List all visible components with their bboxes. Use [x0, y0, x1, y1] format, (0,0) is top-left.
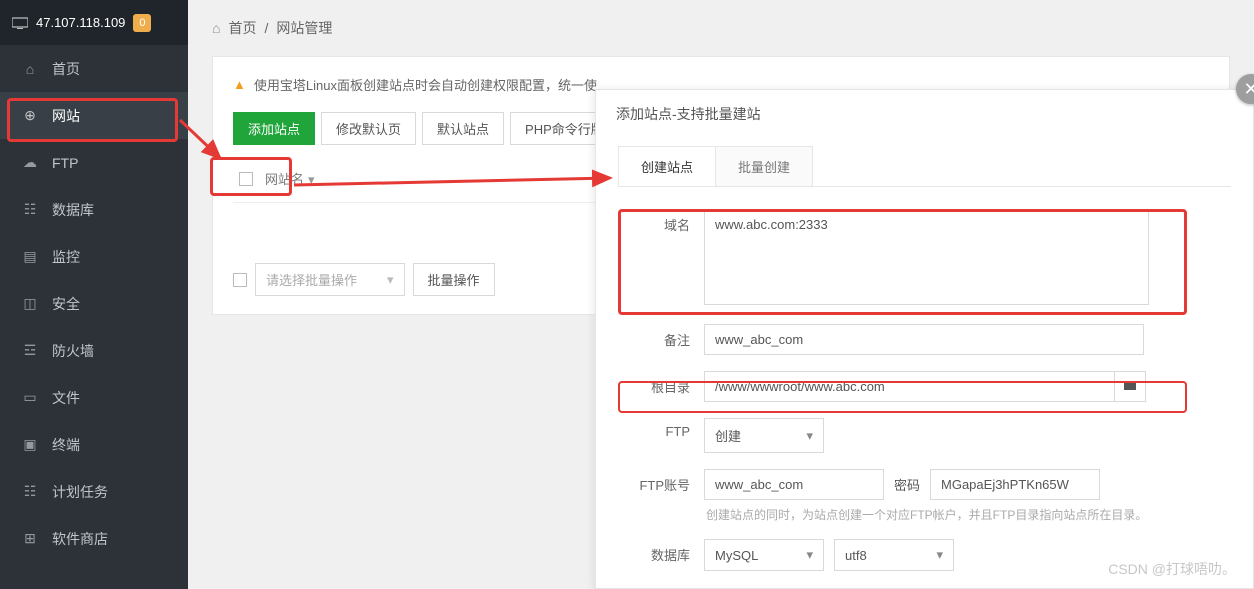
server-icon: [12, 17, 28, 29]
sidebar-item-files[interactable]: ▭文件: [0, 374, 188, 421]
col-sitename[interactable]: 网站名: [265, 169, 315, 188]
select-all-checkbox[interactable]: [239, 172, 253, 186]
remark-input[interactable]: [704, 324, 1144, 355]
db-charset-select[interactable]: utf8: [834, 539, 954, 571]
sidebar-item-software[interactable]: ⊞软件商店: [0, 515, 188, 562]
monitor-icon: ▤: [22, 248, 38, 265]
ftp-user-input[interactable]: [704, 469, 884, 500]
add-site-button[interactable]: 添加站点: [233, 112, 315, 145]
globe-icon: ⊕: [22, 107, 38, 124]
sidebar-item-home[interactable]: ⌂首页: [0, 45, 188, 92]
modal-title: 添加站点-支持批量建站: [596, 90, 1253, 138]
task-icon: ☷: [22, 483, 38, 500]
label-ftp-account: FTP账号: [618, 469, 704, 494]
folder-icon: ▭: [22, 389, 38, 406]
firewall-icon: ☲: [22, 342, 38, 359]
tab-batch-create[interactable]: 批量创建: [716, 147, 812, 186]
sidebar-item-cron[interactable]: ☷计划任务: [0, 468, 188, 515]
tab-create-site[interactable]: 创建站点: [619, 147, 716, 186]
label-domain: 域名: [618, 209, 704, 234]
app-icon: ⊞: [22, 530, 38, 547]
label-password: 密码: [894, 475, 920, 494]
sidebar: 47.107.118.109 0 ⌂首页 ⊕网站 ☁FTP ☷数据库 ▤监控 ◫…: [0, 0, 188, 589]
root-path-input[interactable]: [704, 371, 1114, 402]
server-ip: 47.107.118.109: [36, 15, 125, 30]
db-type-select[interactable]: MySQL: [704, 539, 824, 571]
sidebar-item-ftp[interactable]: ☁FTP: [0, 139, 188, 186]
sidebar-item-security[interactable]: ◫安全: [0, 280, 188, 327]
breadcrumb-home-icon: ⌂: [212, 20, 220, 36]
ftp-select[interactable]: 创建: [704, 418, 824, 453]
database-icon: ☷: [22, 201, 38, 218]
sidebar-item-firewall[interactable]: ☲防火墙: [0, 327, 188, 374]
shield-icon: ◫: [22, 295, 38, 312]
add-site-modal: 添加站点-支持批量建站 创建站点 批量创建 域名 备注 根目录 FTP 创建 F…: [595, 89, 1254, 589]
batch-checkbox[interactable]: [233, 273, 247, 287]
sidebar-header: 47.107.118.109 0: [0, 0, 188, 45]
sidebar-item-website[interactable]: ⊕网站: [0, 92, 188, 139]
ftp-icon: ☁: [22, 154, 38, 171]
modify-default-button[interactable]: 修改默认页: [321, 112, 416, 145]
modal-body: 域名 备注 根目录 FTP 创建 FTP账号 密码: [618, 186, 1231, 571]
sidebar-item-monitor[interactable]: ▤监控: [0, 233, 188, 280]
label-root: 根目录: [618, 371, 704, 396]
label-remark: 备注: [618, 324, 704, 349]
breadcrumb-sep: /: [264, 20, 268, 36]
batch-action-button[interactable]: 批量操作: [413, 263, 495, 296]
label-database: 数据库: [618, 539, 704, 564]
warning-text: 使用宝塔Linux面板创建站点时会自动创建权限配置，统一使: [254, 75, 597, 94]
ftp-pass-input[interactable]: [930, 469, 1100, 500]
breadcrumb-home[interactable]: 首页: [228, 18, 256, 38]
notification-badge[interactable]: 0: [133, 14, 151, 32]
label-ftp: FTP: [618, 418, 704, 439]
watermark: CSDN @打球唔叻。: [1108, 559, 1236, 579]
ftp-hint: 创建站点的同时，为站点创建一个对应FTP帐户，并且FTP目录指向站点所在目录。: [706, 506, 1231, 523]
domain-input[interactable]: [704, 209, 1149, 305]
browse-folder-icon[interactable]: [1114, 371, 1146, 402]
default-site-button[interactable]: 默认站点: [422, 112, 504, 145]
breadcrumb-current: 网站管理: [276, 18, 332, 38]
batch-select[interactable]: 请选择批量操作: [255, 263, 405, 296]
terminal-icon: ▣: [22, 436, 38, 453]
sidebar-item-terminal[interactable]: ▣终端: [0, 421, 188, 468]
modal-tabs: 创建站点 批量创建: [618, 146, 813, 186]
warning-icon: ▲: [233, 77, 246, 92]
home-icon: ⌂: [22, 61, 38, 77]
breadcrumb: ⌂ 首页 / 网站管理: [212, 14, 1230, 56]
sidebar-item-database[interactable]: ☷数据库: [0, 186, 188, 233]
